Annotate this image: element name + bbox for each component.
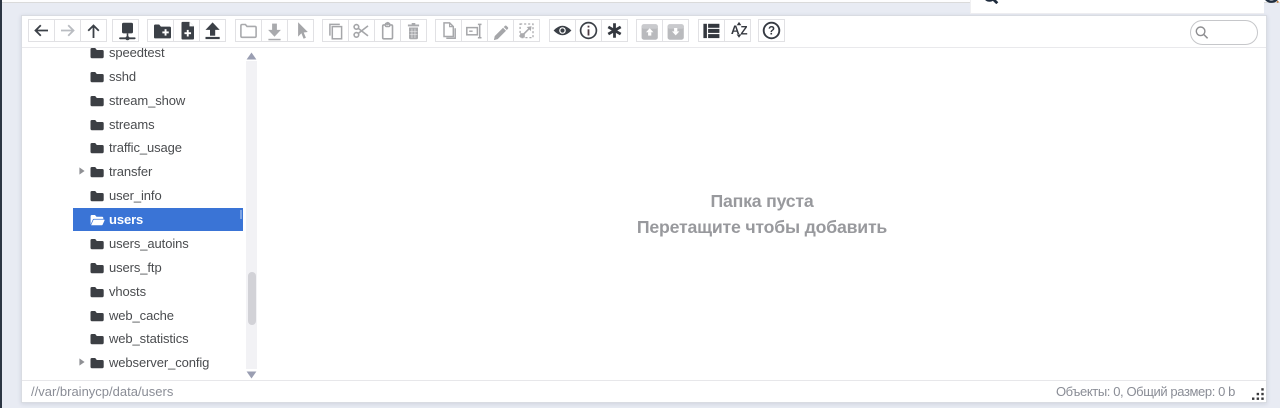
svg-text:?: ?	[768, 26, 775, 38]
svg-text:Z: Z	[740, 26, 747, 38]
